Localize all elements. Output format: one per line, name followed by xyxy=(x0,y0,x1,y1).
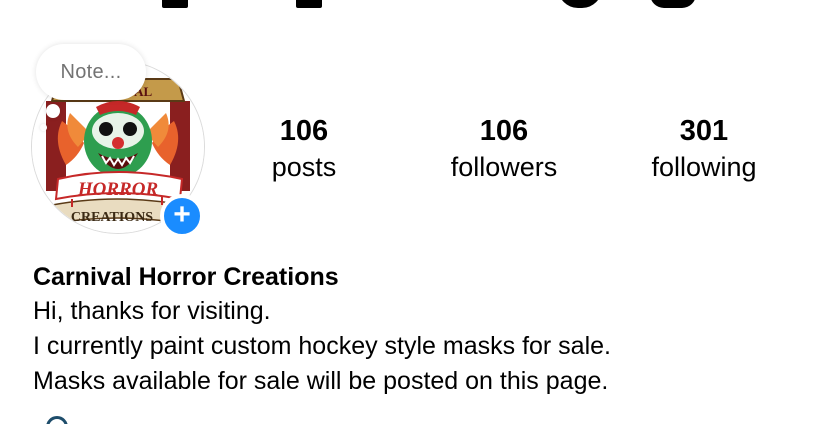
top-bar-icon[interactable] xyxy=(162,0,188,8)
followers-count: 106 xyxy=(479,115,529,147)
profile-name: Carnival Horror Creations xyxy=(33,263,339,291)
followers-label: followers xyxy=(450,152,558,182)
posts-stat[interactable]: 106 posts xyxy=(254,112,354,184)
note-bubble-tail xyxy=(40,124,47,131)
following-count: 301 xyxy=(679,115,729,147)
followers-stat[interactable]: 106 followers xyxy=(434,112,574,184)
threads-icon[interactable] xyxy=(558,0,602,8)
bio-line: Hi, thanks for visiting. xyxy=(33,297,271,325)
bio-line: Masks available for sale will be posted … xyxy=(33,367,609,395)
add-story-button[interactable]: + xyxy=(160,194,204,238)
create-icon[interactable] xyxy=(650,0,696,8)
threads-badge-icon[interactable] xyxy=(46,416,68,424)
top-bar-icon[interactable] xyxy=(296,0,322,8)
profile-header: CARNIVAL HORROR xyxy=(0,0,828,424)
profile-bio: Carnival Horror Creations Hi, thanks for… xyxy=(33,260,813,399)
logo-top-text: HORROR xyxy=(77,179,158,200)
following-label: following xyxy=(651,152,757,182)
note-placeholder: Note... xyxy=(60,60,122,83)
plus-icon: + xyxy=(173,198,191,231)
posts-count: 106 xyxy=(279,115,329,147)
note-bubble[interactable]: Note... xyxy=(36,44,146,100)
logo-bottom-text: CREATIONS xyxy=(71,210,153,225)
bio-line: I currently paint custom hockey style ma… xyxy=(33,332,611,360)
following-stat[interactable]: 301 following xyxy=(634,112,774,184)
note-bubble-tail xyxy=(46,104,60,118)
posts-label: posts xyxy=(271,152,337,182)
